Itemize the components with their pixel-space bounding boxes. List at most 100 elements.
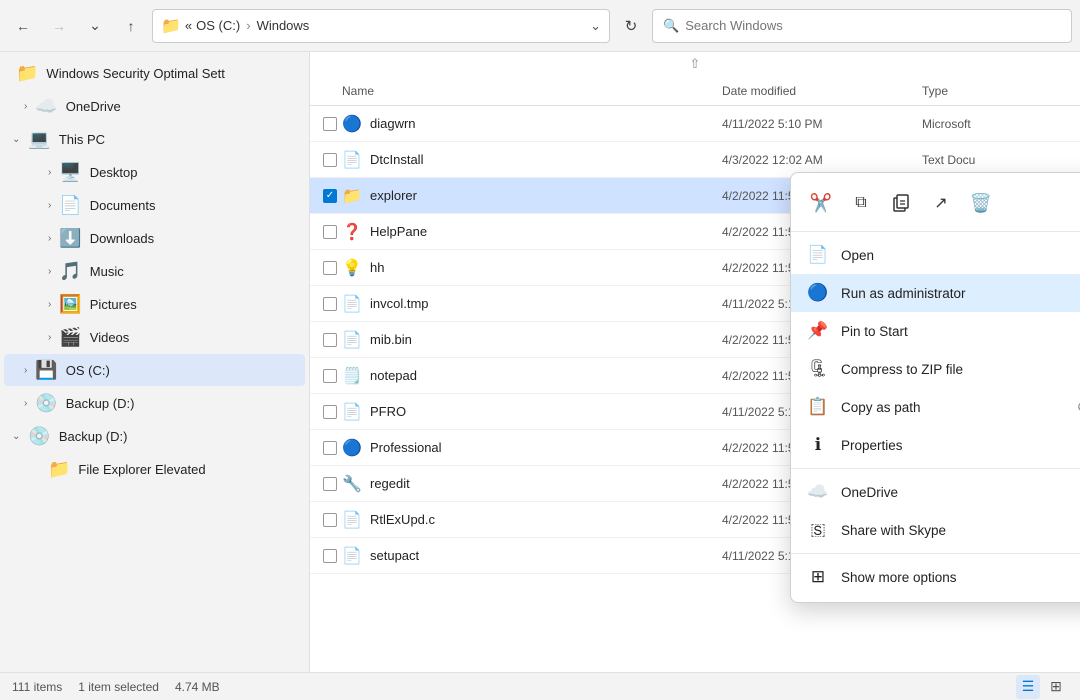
file-name: regedit [370, 476, 722, 491]
file-checkbox[interactable] [323, 549, 337, 563]
header-type[interactable]: Type [922, 84, 1072, 98]
pictures-icon: 🖼️ [59, 294, 81, 315]
videos-chevron-icon: › [48, 332, 51, 343]
table-row[interactable]: 🔵 diagwrn 4/11/2022 5:10 PM Microsoft [310, 106, 1080, 142]
sidebar-label-music: Music [90, 264, 297, 279]
title-bar: ← → ⌄ ↑ 📁 « OS (C:) › Windows ⌄ ↻ 🔍 [0, 0, 1080, 52]
file-checkbox-container [318, 261, 342, 275]
cut-button[interactable]: ✂️ [803, 185, 839, 221]
file-checkbox[interactable] [323, 153, 337, 167]
ctx-item-label-pin-to-start: Pin to Start [841, 324, 1080, 339]
sidebar-item-os-c[interactable]: › 💾 OS (C:) [4, 354, 305, 386]
file-icon: 🔵 [342, 114, 370, 134]
file-checkbox-container [318, 225, 342, 239]
context-menu-divider [791, 553, 1080, 554]
file-checkbox[interactable] [323, 477, 337, 491]
sidebar: 📁 Windows Security Optimal Sett › ☁️ One… [0, 52, 310, 672]
this-pc-icon: 💻 [28, 129, 50, 150]
header-name[interactable]: Name [342, 84, 722, 98]
up-button[interactable]: ↑ [116, 11, 146, 41]
sidebar-item-windows-security[interactable]: 📁 Windows Security Optimal Sett [4, 57, 305, 89]
file-checkbox[interactable] [323, 513, 337, 527]
recent-locations-button[interactable]: ⌄ [80, 11, 110, 41]
list-view-button[interactable]: ☰ [1016, 675, 1040, 699]
sidebar-item-desktop[interactable]: › 🖥️ Desktop [4, 156, 305, 188]
search-icon: 🔍 [663, 18, 679, 34]
ctx-item-label-run-as-admin: Run as administrator [841, 286, 1080, 301]
context-menu-item-share-skype[interactable]: 🇸 Share with Skype [791, 511, 1080, 549]
address-bar[interactable]: 📁 « OS (C:) › Windows ⌄ [152, 9, 610, 43]
sidebar-item-backup-d-2[interactable]: ⌄ 💿 Backup (D:) [4, 420, 305, 452]
header-date[interactable]: Date modified [722, 84, 922, 98]
forward-button[interactable]: → [44, 11, 74, 41]
file-checkbox[interactable] [323, 333, 337, 347]
sidebar-item-this-pc[interactable]: ⌄ 💻 This PC [4, 123, 305, 155]
share-button[interactable]: ↗ [923, 185, 959, 221]
file-name: Professional [370, 440, 722, 455]
refresh-button[interactable]: ↻ [616, 11, 646, 41]
ctx-item-icon-run-as-admin: 🔵 [807, 283, 829, 303]
context-menu-item-pin-to-start[interactable]: 📌 Pin to Start [791, 312, 1080, 350]
address-part-drive[interactable]: OS (C:) [196, 18, 240, 33]
ctx-item-icon-open: 📄 [807, 245, 829, 265]
status-size: 4.74 MB [175, 680, 220, 694]
file-checkbox[interactable]: ✓ [323, 189, 337, 203]
sidebar-item-downloads[interactable]: › ⬇️ Downloads [4, 222, 305, 254]
file-checkbox[interactable] [323, 297, 337, 311]
file-name: setupact [370, 548, 722, 563]
search-bar[interactable]: 🔍 [652, 9, 1072, 43]
context-menu-items: 📄 Open Enter 🔵 Run as administrator 📌 Pi… [791, 236, 1080, 596]
context-menu-divider [791, 468, 1080, 469]
sidebar-item-onedrive[interactable]: › ☁️ OneDrive [4, 90, 305, 122]
copy-button[interactable]: ⧉ [843, 185, 879, 221]
scroll-up-indicator: ⇧ [310, 52, 1080, 76]
context-menu-item-more-options[interactable]: ⊞ Show more options Shift+F10 [791, 558, 1080, 596]
file-checkbox[interactable] [323, 117, 337, 131]
ctx-item-icon-pin-to-start: 📌 [807, 321, 829, 341]
paste-shortcut-button[interactable] [883, 185, 919, 221]
file-checkbox[interactable] [323, 225, 337, 239]
file-date: 4/11/2022 5:10 PM [722, 117, 922, 131]
file-name: diagwrn [370, 116, 722, 131]
context-menu-item-open[interactable]: 📄 Open Enter [791, 236, 1080, 274]
file-checkbox[interactable] [323, 369, 337, 383]
context-menu-item-onedrive[interactable]: ☁️ OneDrive › [791, 473, 1080, 511]
status-item-count: 111 items [12, 680, 62, 694]
column-header: Name Date modified Type [310, 76, 1080, 106]
file-checkbox[interactable] [323, 441, 337, 455]
videos-icon: 🎬 [59, 327, 81, 348]
sidebar-item-documents[interactable]: › 📄 Documents [4, 189, 305, 221]
address-part-folder[interactable]: Windows [257, 18, 310, 33]
file-checkbox-container: ✓ [318, 189, 342, 203]
sidebar-item-file-explorer-elevated[interactable]: 📁 File Explorer Elevated [4, 453, 305, 485]
music-icon: 🎵 [59, 261, 81, 282]
file-name: DtcInstall [370, 152, 722, 167]
context-menu-item-properties[interactable]: ℹ Properties Alt+Enter [791, 426, 1080, 464]
ctx-item-label-properties: Properties [841, 438, 1080, 453]
downloads-chevron-icon: › [48, 233, 51, 244]
desktop-icon: 🖥️ [59, 162, 81, 183]
file-checkbox[interactable] [323, 405, 337, 419]
search-input[interactable] [685, 18, 1061, 33]
delete-button[interactable]: 🗑️ [963, 185, 999, 221]
file-checkbox-container [318, 513, 342, 527]
sidebar-item-backup-d-1[interactable]: › 💿 Backup (D:) [4, 387, 305, 419]
sidebar-item-pictures[interactable]: › 🖼️ Pictures [4, 288, 305, 320]
os-c-chevron-icon: › [24, 365, 27, 376]
file-type: Microsoft [922, 117, 1072, 131]
address-dropdown-icon[interactable]: ⌄ [590, 18, 601, 34]
context-menu-item-compress[interactable]: 🗜 Compress to ZIP file [791, 350, 1080, 388]
backup-d-2-chevron-icon: ⌄ [12, 431, 20, 442]
context-menu-item-copy-path[interactable]: 📋 Copy as path Ctrl+Shift+C [791, 388, 1080, 426]
ctx-item-label-open: Open [841, 248, 1080, 263]
back-button[interactable]: ← [8, 11, 38, 41]
ctx-item-label-more-options: Show more options [841, 570, 1079, 585]
grid-view-button[interactable]: ⊞ [1044, 675, 1068, 699]
sidebar-label-backup-d-2: Backup (D:) [59, 429, 297, 444]
file-icon: 📁 [342, 186, 370, 206]
sidebar-item-videos[interactable]: › 🎬 Videos [4, 321, 305, 353]
file-checkbox[interactable] [323, 261, 337, 275]
context-menu-item-run-as-admin[interactable]: 🔵 Run as administrator [791, 274, 1080, 312]
sidebar-item-music[interactable]: › 🎵 Music [4, 255, 305, 287]
file-name: RtlExUpd.c [370, 512, 722, 527]
